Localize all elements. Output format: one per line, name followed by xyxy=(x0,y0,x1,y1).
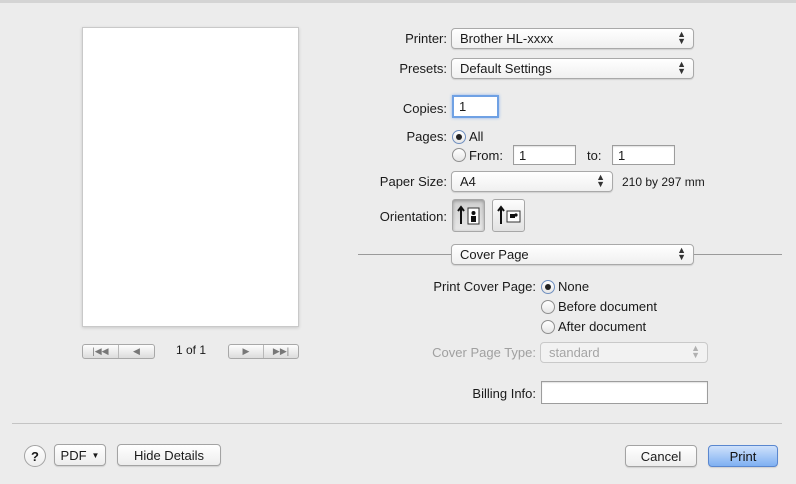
paper-size-value: A4 xyxy=(460,174,476,189)
print-cover-page-label: Print Cover Page: xyxy=(433,279,536,294)
cover-after-radio[interactable] xyxy=(541,320,555,334)
popup-arrows-icon: ▲ ▼ xyxy=(677,245,686,262)
section-divider-left xyxy=(358,254,451,255)
pages-all-label: All xyxy=(469,129,484,144)
cover-after-label: After document xyxy=(558,319,647,334)
cancel-button[interactable]: Cancel xyxy=(625,445,697,467)
presets-value: Default Settings xyxy=(460,61,552,76)
printer-label: Printer: xyxy=(405,31,447,46)
hide-details-button[interactable]: Hide Details xyxy=(117,444,221,466)
cover-page-type-label: Cover Page Type: xyxy=(432,345,536,360)
portrait-orientation-button[interactable] xyxy=(452,199,485,232)
pages-from-field[interactable]: 1 xyxy=(513,145,576,165)
printer-popup[interactable]: Brother HL-xxxx ▲ ▼ xyxy=(451,28,694,49)
chevron-down-icon: ▼ xyxy=(91,450,100,460)
previous-page-icon[interactable]: ◀ xyxy=(118,345,154,358)
pages-to-value: 1 xyxy=(618,147,626,163)
pdf-label: PDF xyxy=(60,447,87,463)
billing-info-label: Billing Info: xyxy=(472,386,536,401)
section-value: Cover Page xyxy=(460,247,529,262)
cover-none-radio[interactable] xyxy=(541,280,555,294)
help-button[interactable]: ? xyxy=(24,445,46,467)
landscape-orientation-icon xyxy=(496,204,520,224)
copies-field[interactable]: 1 xyxy=(452,95,499,118)
page-preview xyxy=(82,27,299,327)
pages-from-radio[interactable] xyxy=(452,148,466,162)
window-top-edge xyxy=(0,0,796,3)
last-page-icon[interactable]: ▶▶| xyxy=(263,345,298,358)
page-indicator: 1 of 1 xyxy=(176,343,207,357)
paper-dimensions: 210 by 297 mm xyxy=(622,175,705,189)
popup-arrows-icon: ▲ ▼ xyxy=(691,343,700,360)
next-page-icon[interactable]: ▶ xyxy=(229,345,263,358)
pages-to-field[interactable]: 1 xyxy=(612,145,675,165)
landscape-orientation-button[interactable] xyxy=(492,199,525,232)
portrait-orientation-icon xyxy=(456,204,479,224)
pages-all-radio[interactable] xyxy=(452,130,466,144)
print-button[interactable]: Print xyxy=(708,445,778,467)
preview-forward-controls[interactable]: ▶ ▶▶| xyxy=(228,344,299,359)
printer-value: Brother HL-xxxx xyxy=(460,31,554,46)
help-icon: ? xyxy=(31,448,39,464)
presets-popup[interactable]: Default Settings ▲ ▼ xyxy=(451,58,694,79)
popup-arrows-icon: ▲ ▼ xyxy=(677,59,686,76)
pages-from-label: From: xyxy=(469,148,503,163)
cover-page-type-popup[interactable]: standard ▲ ▼ xyxy=(540,342,708,363)
first-page-icon[interactable]: |◀◀ xyxy=(83,345,118,358)
footer-divider xyxy=(12,423,782,424)
hide-details-label: Hide Details xyxy=(133,447,205,463)
popup-arrows-icon: ▲ ▼ xyxy=(596,172,605,189)
cover-before-radio[interactable] xyxy=(541,300,555,314)
section-popup[interactable]: Cover Page ▲ ▼ xyxy=(451,244,694,265)
popup-arrows-icon: ▲ ▼ xyxy=(677,29,686,46)
billing-info-field[interactable] xyxy=(541,381,708,404)
cancel-label: Cancel xyxy=(640,448,682,464)
section-divider-right xyxy=(694,254,782,255)
paper-size-label: Paper Size: xyxy=(379,174,447,189)
cover-page-type-value: standard xyxy=(549,345,600,360)
preview-back-controls[interactable]: |◀◀ ◀ xyxy=(82,344,155,359)
paper-size-popup[interactable]: A4 ▲ ▼ xyxy=(451,171,613,192)
presets-label: Presets: xyxy=(399,61,447,76)
pages-to-label: to: xyxy=(587,148,602,163)
pages-label: Pages: xyxy=(406,129,447,144)
orientation-label: Orientation: xyxy=(379,209,447,224)
copies-label: Copies: xyxy=(402,101,447,116)
cover-none-label: None xyxy=(558,279,590,294)
copies-value: 1 xyxy=(459,99,467,114)
print-label: Print xyxy=(729,448,757,464)
cover-before-label: Before document xyxy=(558,299,658,314)
pdf-menu-button[interactable]: PDF ▼ xyxy=(54,444,106,466)
pages-from-value: 1 xyxy=(519,147,527,163)
